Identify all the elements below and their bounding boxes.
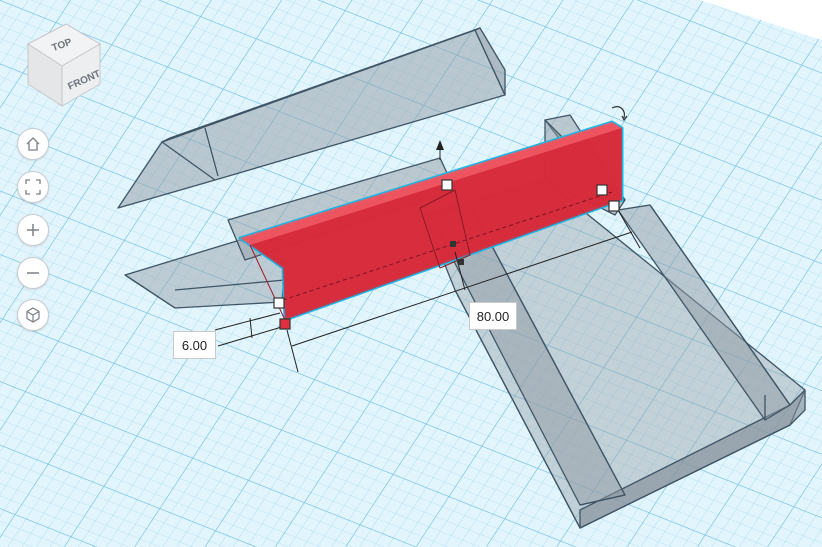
- resize-handle-right-bottom[interactable]: [608, 200, 620, 212]
- perspective-button[interactable]: [17, 299, 49, 331]
- home-icon: [26, 137, 40, 151]
- length-dimension-input[interactable]: 80.00: [469, 302, 517, 330]
- perspective-cube-icon: [26, 307, 40, 323]
- fit-view-icon: [25, 179, 41, 195]
- resize-handle-right[interactable]: [596, 184, 608, 196]
- workplane-canvas[interactable]: [0, 0, 822, 547]
- fit-view-button[interactable]: [17, 171, 49, 203]
- zoom-out-icon: [27, 272, 39, 274]
- zoom-in-button[interactable]: [17, 214, 49, 246]
- resize-handle[interactable]: [273, 297, 285, 309]
- zoom-in-icon: [27, 224, 39, 236]
- resize-handle-corner[interactable]: [279, 318, 291, 330]
- view-cube[interactable]: TOP FRONT: [22, 18, 106, 108]
- resize-handle-top[interactable]: [441, 179, 453, 191]
- center-handle[interactable]: [450, 241, 456, 247]
- center-handle-lower[interactable]: [458, 259, 464, 265]
- zoom-out-button[interactable]: [17, 257, 49, 289]
- home-view-button[interactable]: [17, 128, 49, 160]
- height-dimension-input[interactable]: 6.00: [173, 331, 216, 359]
